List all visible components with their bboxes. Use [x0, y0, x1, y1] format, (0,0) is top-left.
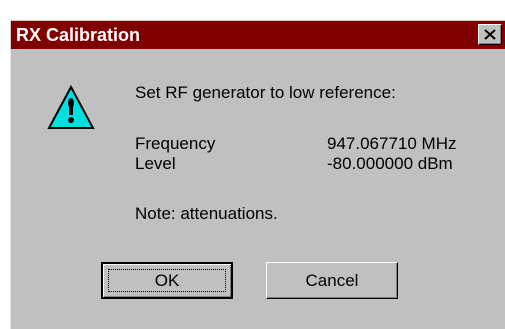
window-title: RX Calibration — [16, 25, 141, 45]
ok-button[interactable]: OK — [101, 262, 233, 299]
prompt-text: Set RF generator to low reference: — [135, 83, 396, 102]
close-button[interactable] — [478, 24, 502, 45]
frequency-label: Frequency — [135, 134, 216, 153]
rx-calibration-dialog: RX Calibration Set RF generator to low r… — [0, 0, 505, 329]
warning-icon — [47, 85, 95, 129]
cancel-button[interactable]: Cancel — [266, 262, 398, 299]
note-text: Note: attenuations. — [135, 204, 278, 223]
level-label: Level — [135, 154, 176, 173]
frequency-value: 947.067710 MHz — [327, 134, 457, 153]
title-bar[interactable]: RX Calibration — [10, 20, 505, 49]
ok-button-label: OK — [108, 269, 226, 292]
dialog-body: Set RF generator to low reference: Frequ… — [10, 49, 505, 329]
level-value: -80.000000 dBm — [327, 154, 453, 173]
close-x-icon — [484, 29, 496, 40]
